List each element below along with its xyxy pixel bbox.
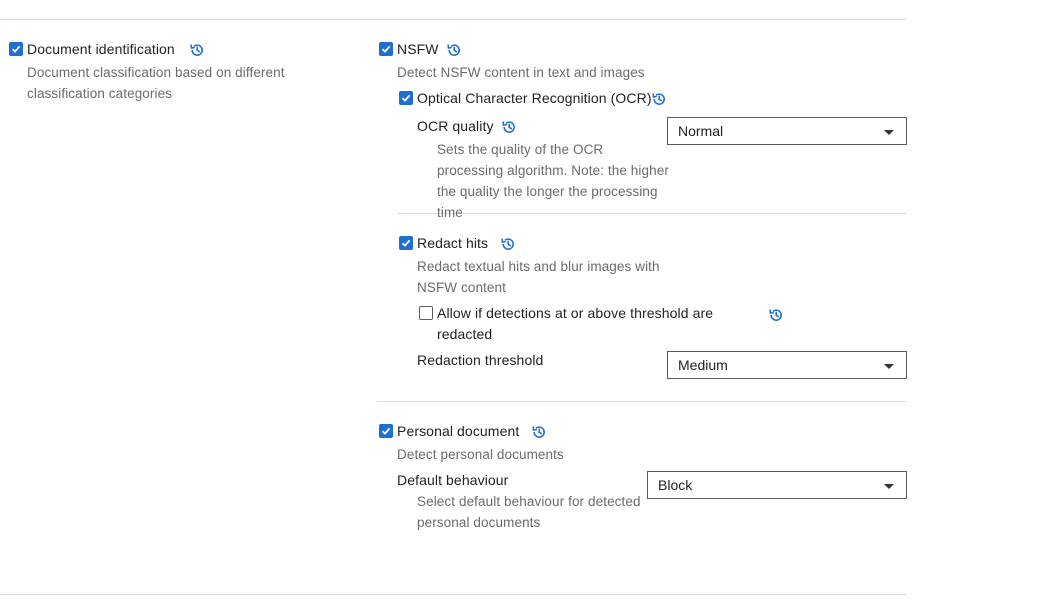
personal-document-checkbox[interactable] bbox=[379, 424, 393, 438]
nsfw-label: NSFW bbox=[397, 41, 439, 57]
checkmark-icon bbox=[381, 427, 391, 435]
ocr-label: Optical Character Recognition (OCR) bbox=[417, 90, 652, 106]
redaction-threshold-select[interactable]: Medium bbox=[667, 351, 907, 379]
default-behaviour-select[interactable]: Block bbox=[647, 471, 907, 499]
redaction-threshold-label: Redaction threshold bbox=[417, 352, 544, 368]
ocr-quality-value: Normal bbox=[678, 123, 724, 139]
ocr-quality-select[interactable]: Normal bbox=[667, 117, 907, 145]
ocr-quality-description: Sets the quality of the OCR processing a… bbox=[437, 142, 669, 220]
caret-down-icon bbox=[884, 364, 894, 369]
document-identification-label: Document identification bbox=[27, 41, 175, 57]
history-icon[interactable] bbox=[531, 424, 547, 440]
ocr-quality-label: OCR quality bbox=[417, 118, 494, 134]
caret-down-icon bbox=[884, 484, 894, 489]
redaction-threshold-value: Medium bbox=[678, 357, 728, 373]
default-behaviour-value: Block bbox=[658, 477, 693, 493]
allow-threshold-checkbox[interactable] bbox=[419, 306, 433, 320]
history-icon[interactable] bbox=[189, 42, 205, 58]
allow-threshold-label: Allow if detections at or above threshol… bbox=[437, 305, 714, 342]
history-icon[interactable] bbox=[651, 91, 667, 107]
divider-nsfw bbox=[377, 401, 907, 402]
nsfw-description: Detect NSFW content in text and images bbox=[397, 65, 645, 80]
default-behaviour-label: Default behaviour bbox=[397, 472, 509, 488]
ocr-checkbox[interactable] bbox=[399, 91, 413, 105]
caret-down-icon bbox=[884, 130, 894, 135]
document-identification-description: Document classification based on differe… bbox=[27, 65, 285, 101]
history-icon[interactable] bbox=[768, 307, 784, 323]
redact-hits-description: Redact textual hits and blur images with… bbox=[417, 259, 660, 295]
history-icon[interactable] bbox=[446, 42, 462, 58]
history-icon[interactable] bbox=[501, 119, 517, 135]
document-identification-checkbox[interactable] bbox=[9, 42, 23, 56]
checkmark-icon bbox=[381, 45, 391, 53]
checkmark-icon bbox=[401, 94, 411, 102]
history-icon[interactable] bbox=[500, 236, 516, 252]
checkmark-icon bbox=[11, 45, 21, 53]
checkmark-icon bbox=[401, 239, 411, 247]
personal-document-label: Personal document bbox=[397, 423, 520, 439]
divider-bottom bbox=[0, 594, 907, 595]
default-behaviour-description: Select default behaviour for detected pe… bbox=[417, 494, 641, 530]
personal-document-description: Detect personal documents bbox=[397, 447, 564, 462]
divider-top bbox=[0, 19, 907, 20]
nsfw-checkbox[interactable] bbox=[379, 42, 393, 56]
redact-hits-checkbox[interactable] bbox=[399, 236, 413, 250]
redact-hits-label: Redact hits bbox=[417, 235, 489, 251]
